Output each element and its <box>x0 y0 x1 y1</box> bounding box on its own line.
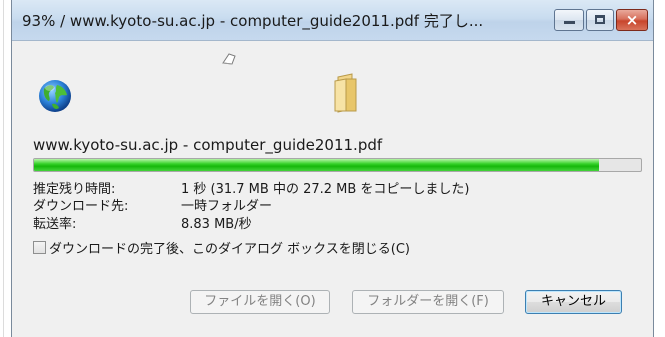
transfer-rate-value: 8.83 MB/秒 <box>181 217 252 232</box>
close-on-complete-checkbox[interactable] <box>33 241 46 254</box>
dialog-body: www.kyoto-su.ac.jp - computer_guide2011.… <box>12 41 653 337</box>
paper-icon <box>222 53 236 65</box>
download-destination-value: 一時フォルダー <box>181 199 273 214</box>
close-button[interactable]: × <box>616 9 648 31</box>
window-title: 93% / www.kyoto-su.ac.jp - computer_guid… <box>22 12 484 30</box>
minimize-button[interactable] <box>554 9 584 31</box>
close-on-complete-option[interactable]: ダウンロードの完了後、このダイアログ ボックスを閉じる(C) <box>33 238 410 257</box>
download-progress-bar <box>33 158 642 172</box>
download-filename: www.kyoto-su.ac.jp - computer_guide2011.… <box>33 136 383 154</box>
open-folder-button[interactable]: フォルダーを開く(F) <box>352 290 504 314</box>
cancel-button[interactable]: キャンセル <box>525 290 622 314</box>
transfer-rate-row: 転送率: 8.83 MB/秒 <box>33 213 252 232</box>
progress-fill <box>34 159 599 171</box>
download-dialog: 93% / www.kyoto-su.ac.jp - computer_guid… <box>11 0 654 337</box>
background-edge <box>0 0 10 337</box>
maximize-icon <box>595 15 605 24</box>
open-file-button[interactable]: ファイルを開く(O) <box>190 290 330 314</box>
close-icon: × <box>625 11 639 29</box>
folder-icon <box>334 73 357 113</box>
download-destination-row: ダウンロード先: 一時フォルダー <box>33 195 272 214</box>
maximize-button[interactable] <box>586 9 614 31</box>
minimize-icon <box>564 21 575 24</box>
download-destination-label: ダウンロード先: <box>33 199 129 214</box>
globe-icon <box>39 80 71 112</box>
transfer-rate-label: 転送率: <box>33 217 77 232</box>
close-on-complete-label: ダウンロードの完了後、このダイアログ ボックスを閉じる(C) <box>49 242 410 257</box>
title-bar[interactable]: 93% / www.kyoto-su.ac.jp - computer_guid… <box>12 0 653 41</box>
